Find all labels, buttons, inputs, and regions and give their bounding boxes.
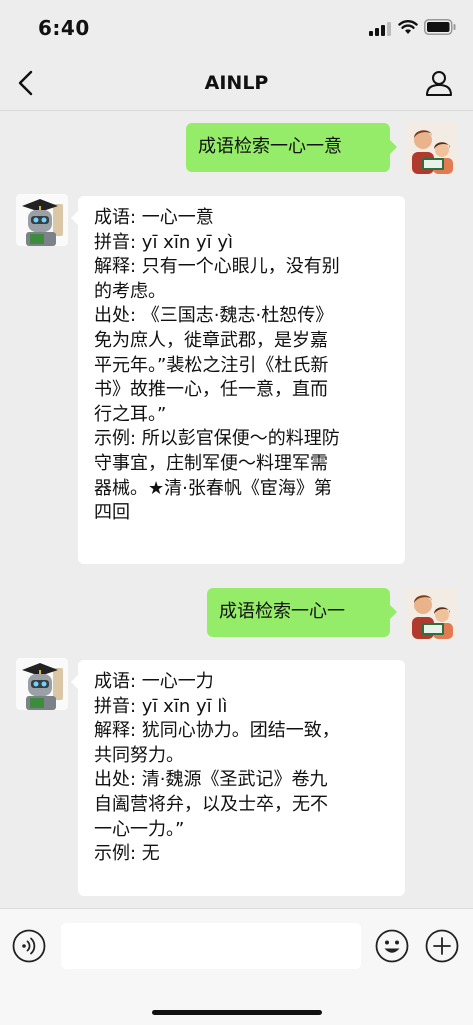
user-avatar[interactable]	[406, 122, 458, 174]
bot-message-bubble[interactable]: 成语: 一心一意 拼音: yī xīn yī yì 解释: 只有一个心眼儿，没有…	[78, 196, 405, 564]
bot-message-bubble[interactable]: 成语: 一心一力 拼音: yī xīn yī lì 解释: 犹同心协力。团结一致…	[78, 660, 405, 896]
bot-message-line: 平元年。”裴松之注引《杜氏新	[94, 354, 329, 376]
bot-message-line: 示例: 所以彭官保便～的料理防	[94, 428, 340, 450]
chat-title: AINLP	[204, 72, 269, 94]
bot-message-line: 拼音: yī xīn yī lì	[94, 695, 228, 717]
bot-message-line: 示例: 无	[94, 843, 160, 865]
user-avatar[interactable]	[406, 587, 458, 639]
bubble-tail	[71, 675, 78, 689]
bot-message-line: 解释: 犹同心协力。团结一致，	[94, 720, 340, 742]
bot-message-line: 出处: 《三国志·魏志·杜恕传》	[94, 305, 334, 327]
voice-icon[interactable]	[12, 929, 46, 963]
bot-message-line: 行之耳。”	[94, 403, 167, 425]
bot-avatar[interactable]	[16, 658, 68, 710]
bubble-tail	[390, 140, 397, 154]
bot-message-line: 器械。★清·张春帆《宦海》第	[94, 477, 332, 499]
status-time: 6:40	[38, 16, 90, 40]
user-message-bubble[interactable]: 成语检索一心一意	[186, 123, 390, 172]
bot-message-line: 自阖营将弁，以及士卒，无不	[94, 793, 328, 815]
user-message-bubble[interactable]: 成语检索一心一	[207, 588, 390, 637]
bubble-tail	[71, 211, 78, 225]
home-indicator	[152, 1010, 322, 1015]
cellular-signal-icon	[369, 22, 391, 36]
user-message-text: 成语检索一心一	[219, 601, 345, 623]
chat-header: AINLP	[0, 58, 473, 111]
bot-message-line: 出处: 清·魏源《圣武记》卷九	[94, 769, 328, 791]
bot-avatar[interactable]	[16, 194, 68, 246]
bot-message-line: 守事宜，庄制军便～料理军需	[94, 452, 328, 474]
bot-message-line: 免为庶人，徙章武郡，是岁嘉	[94, 329, 328, 351]
wifi-icon	[398, 20, 418, 34]
emoji-icon[interactable]	[375, 929, 409, 963]
bot-message-line: 拼音: yī xīn yī yì	[94, 231, 233, 253]
message-input[interactable]	[61, 923, 361, 969]
status-bar: 6:40	[0, 0, 473, 58]
bot-message-line: 书》故推一心，任一意，直而	[94, 379, 328, 401]
plus-icon[interactable]	[425, 929, 459, 963]
bot-message-line: 四回	[94, 502, 130, 524]
battery-icon	[424, 19, 456, 35]
bot-message-line: 解释: 只有一个心眼儿，没有别	[94, 256, 340, 278]
input-bar	[0, 908, 473, 1025]
user-message-text: 成语检索一心一意	[198, 136, 342, 158]
bot-message-line: 共同努力。	[94, 744, 184, 766]
bot-message-line: 成语: 一心一意	[94, 207, 214, 228]
person-icon[interactable]	[425, 69, 453, 97]
bot-message-line: 一心一力。”	[94, 818, 185, 840]
bot-message-line: 的考虑。	[94, 280, 166, 302]
bubble-tail	[390, 605, 397, 619]
bot-message-line: 成语: 一心一力	[94, 671, 214, 692]
